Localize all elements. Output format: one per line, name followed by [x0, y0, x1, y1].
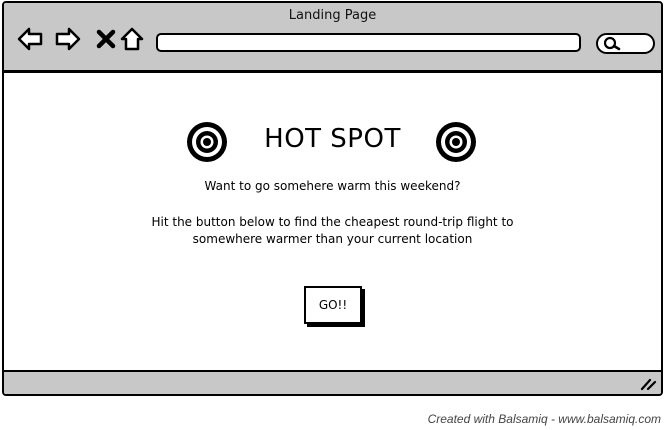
description-line-1: Hit the button below to find the cheapes… [151, 215, 514, 229]
resize-grip-icon[interactable] [639, 375, 657, 391]
window-title: Landing Page [288, 8, 377, 23]
page-title: HOT SPOT [264, 124, 401, 154]
description-line-2: somewhere warmer than your current locat… [192, 232, 473, 246]
search-input[interactable] [596, 33, 655, 54]
page-content: HOT SPOT Want to go somehere warm this w… [4, 73, 661, 371]
browser-window: Landing Page HOT SPOT Want to go someher… [2, 1, 663, 396]
hero-header: HOT SPOT [4, 120, 661, 166]
status-bar [4, 370, 661, 394]
description-text: Hit the button below to find the cheapes… [4, 214, 661, 248]
go-button[interactable]: GO!! [304, 286, 362, 324]
tagline-text: Want to go somehere warm this weekend? [204, 179, 461, 193]
target-icon [434, 120, 478, 164]
url-input[interactable] [156, 33, 581, 52]
close-icon[interactable] [92, 25, 120, 53]
forward-arrow-icon[interactable] [54, 25, 82, 53]
home-icon[interactable] [118, 25, 146, 53]
search-icon [603, 36, 621, 51]
credit-text: Created with Balsamiq - www.balsamiq.com [427, 412, 661, 426]
browser-toolbar: Landing Page [4, 3, 661, 73]
back-arrow-icon[interactable] [16, 25, 44, 53]
